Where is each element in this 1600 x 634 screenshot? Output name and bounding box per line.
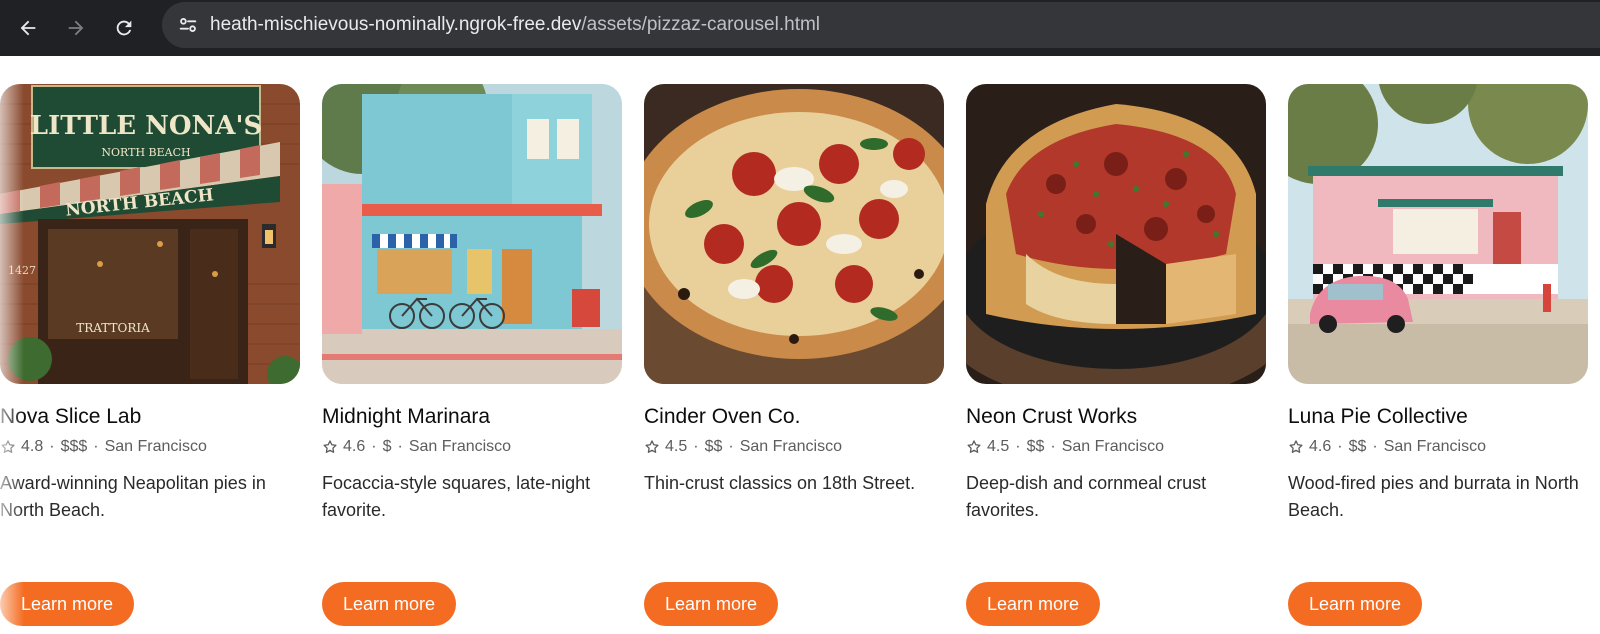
reload-icon[interactable] <box>100 4 148 52</box>
site-settings-icon[interactable] <box>168 5 208 45</box>
rating-value: 4.5 <box>987 438 1010 455</box>
restaurant-description: Deep-dish and cornmeal crust favorites. <box>966 473 1207 520</box>
separator-dot: · <box>93 438 99 455</box>
card-image-storefront: LITTLE NONA'S NORTH BEACH NORTH BEACH TR… <box>0 84 300 384</box>
learn-more-button[interactable]: Learn more <box>644 582 779 626</box>
price-level: $$ <box>704 438 723 455</box>
restaurant-name: Midnight Marinara <box>322 405 491 428</box>
price-level: $$ <box>1348 438 1367 455</box>
restaurant-description: Award-winning Neapolitan pies in North B… <box>0 473 266 520</box>
address-bar[interactable]: heath-mischievous-nominally.ngrok-free.d… <box>162 2 1600 48</box>
city: San Francisco <box>1061 438 1164 455</box>
diner-image <box>1288 84 1588 384</box>
separator-dot: · <box>1337 438 1343 455</box>
deep-dish-image <box>966 84 1266 384</box>
rating-value: 4.6 <box>1309 438 1332 455</box>
separator-dot: · <box>693 438 699 455</box>
card-image-diner <box>1288 84 1588 384</box>
separator-dot: · <box>728 438 734 455</box>
pizza-carousel[interactable]: LITTLE NONA'S NORTH BEACH NORTH BEACH TR… <box>0 56 1600 634</box>
url-host: heath-mischievous-nominally.ngrok-free.d… <box>210 14 582 35</box>
card-image-storefront <box>322 84 622 384</box>
star-icon <box>645 440 659 453</box>
learn-more-button[interactable]: Learn more <box>1288 582 1423 626</box>
back-icon[interactable] <box>4 4 52 52</box>
restaurant-meta: 4.5 · $$ · San Francisco <box>644 436 944 458</box>
url-text[interactable]: heath-mischievous-nominally.ngrok-free.d… <box>210 14 820 36</box>
star-icon <box>1289 440 1303 453</box>
window-text: TRATTORIA <box>76 321 150 335</box>
restaurant-meta: 4.6 · $ · San Francisco <box>322 436 622 458</box>
price-level: $$ <box>1026 438 1045 455</box>
learn-more-button[interactable]: Learn more <box>966 582 1101 626</box>
price-level: $ <box>382 438 392 455</box>
city: San Francisco <box>739 438 842 455</box>
carousel-card: LITTLE NONA'S NORTH BEACH NORTH BEACH TR… <box>0 84 300 524</box>
restaurant-meta: 4.8 · $$$ · San Francisco <box>0 436 300 458</box>
forward-icon[interactable] <box>52 4 100 52</box>
carousel-card: Midnight Marinara 4.6 · $ · San Francisc… <box>322 84 622 524</box>
city: San Francisco <box>1383 438 1486 455</box>
restaurant-name: Luna Pie Collective <box>1288 405 1468 428</box>
star-icon <box>967 440 981 453</box>
card-image-pizza <box>644 84 944 384</box>
star-icon <box>1 440 15 453</box>
pizza-image <box>644 84 944 384</box>
restaurant-name: Nova Slice Lab <box>0 405 142 428</box>
separator-dot: · <box>1050 438 1056 455</box>
carousel-card: Cinder Oven Co. 4.5 · $$ · San Francisco… <box>644 84 944 497</box>
rating-value: 4.6 <box>343 438 366 455</box>
learn-more-button[interactable]: Learn more <box>322 582 457 626</box>
price-level: $$$ <box>60 438 88 455</box>
separator-dot: · <box>397 438 403 455</box>
separator-dot: · <box>1372 438 1378 455</box>
star-icon <box>323 440 337 453</box>
restaurant-description: Focaccia-style squares, late-night favor… <box>322 473 591 520</box>
city: San Francisco <box>408 438 512 455</box>
restaurant-name: Cinder Oven Co. <box>644 405 801 428</box>
restaurant-description: Thin-crust classics on 18th Street. <box>644 473 916 493</box>
url-path: /assets/pizzaz-carousel.html <box>581 14 821 35</box>
sign-text: LITTLE NONA'S <box>30 111 262 141</box>
storefront-image: LITTLE NONA'S NORTH BEACH NORTH BEACH TR… <box>0 84 300 384</box>
city: San Francisco <box>104 438 207 455</box>
separator-dot: · <box>49 438 55 455</box>
restaurant-meta: 4.5 · $$ · San Francisco <box>966 436 1266 458</box>
street-number: 1427 <box>8 264 36 277</box>
separator-dot: · <box>371 438 377 455</box>
card-image-deep-dish <box>966 84 1266 384</box>
carousel-card: Luna Pie Collective 4.6 · $$ · San Franc… <box>1288 84 1588 524</box>
sign-subtext: NORTH BEACH <box>101 146 190 159</box>
rating-value: 4.5 <box>665 438 688 455</box>
restaurant-meta: 4.6 · $$ · San Francisco <box>1288 436 1588 458</box>
browser-toolbar: heath-mischievous-nominally.ngrok-free.d… <box>0 0 1600 56</box>
restaurant-name: Neon Crust Works <box>966 405 1138 428</box>
storefront-image <box>322 84 622 384</box>
restaurant-description: Wood-fired pies and burrata in North Bea… <box>1288 473 1579 520</box>
carousel-card: Neon Crust Works 4.5 · $$ · San Francisc… <box>966 84 1266 524</box>
learn-more-button[interactable]: Learn more <box>0 582 135 626</box>
separator-dot: · <box>1015 438 1021 455</box>
rating-value: 4.8 <box>21 438 44 455</box>
